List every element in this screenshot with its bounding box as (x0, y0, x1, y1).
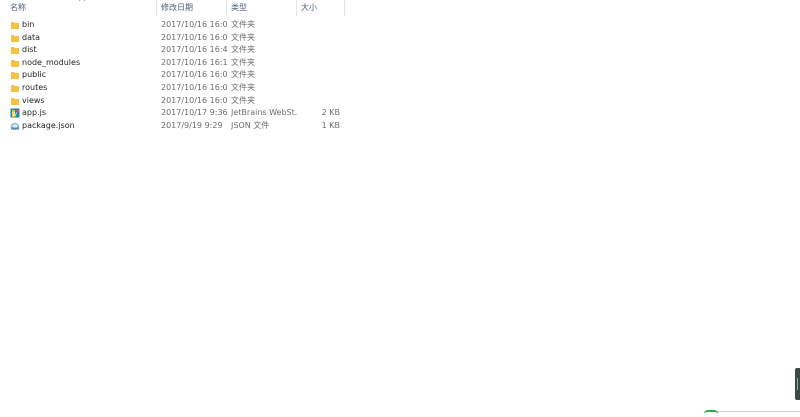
file-row-public[interactable]: public 2017/10/16 16:07 文件夹 (0, 69, 345, 82)
file-type: 文件夹 (231, 45, 255, 55)
file-type: 文件夹 (231, 70, 255, 80)
webstorm-file-icon: W (10, 108, 20, 118)
folder-icon (10, 70, 20, 80)
file-type: 文件夹 (231, 32, 255, 42)
file-size (297, 82, 340, 95)
file-date-modified: 2017/10/16 16:10 (161, 57, 227, 67)
file-size (297, 44, 340, 57)
status-divider (706, 411, 800, 412)
file-name: package.json (22, 120, 75, 130)
file-date-modified: 2017/10/16 16:07 (161, 70, 227, 80)
file-row-dist[interactable]: dist 2017/10/16 16:46 文件夹 (0, 44, 345, 57)
json-file-icon (10, 121, 20, 131)
folder-icon (10, 45, 20, 55)
file-name: dist (22, 45, 37, 55)
file-row-routes[interactable]: routes 2017/10/16 16:07 文件夹 (0, 82, 345, 95)
file-type: 文件夹 (231, 20, 255, 29)
file-list: bin 2017/10/16 16:07 文件夹 data 2017/10/16… (0, 19, 345, 132)
file-size (297, 95, 340, 108)
column-header-row: 名称 修改日期 类型 大小 (0, 0, 345, 16)
edge-scroll-handle[interactable] (795, 368, 800, 400)
file-type: JetBrains WebSt... (231, 108, 297, 118)
file-name: views (22, 95, 45, 105)
folder-icon (10, 58, 20, 68)
column-header-date-modified[interactable]: 修改日期 (157, 0, 227, 16)
column-header-name[interactable]: 名称 (6, 0, 157, 16)
green-indicator (704, 410, 718, 414)
file-row-data[interactable]: data 2017/10/16 16:07 文件夹 (0, 32, 345, 45)
folder-icon (10, 96, 20, 106)
column-header-size[interactable]: 大小 (297, 0, 345, 16)
file-name: app.js (22, 108, 46, 118)
file-date-modified: 2017/10/16 16:07 (161, 20, 227, 29)
file-size (297, 32, 340, 45)
file-size (297, 69, 340, 82)
file-size: 2 KB (321, 108, 340, 118)
file-type: JSON 文件 (231, 120, 270, 130)
file-size: 1 KB (321, 120, 340, 130)
file-row-bin[interactable]: bin 2017/10/16 16:07 文件夹 (0, 19, 345, 32)
file-type: 文件夹 (231, 57, 255, 67)
file-type: 文件夹 (231, 82, 255, 92)
file-size (297, 57, 340, 70)
folder-icon (10, 20, 20, 30)
file-size (297, 19, 340, 32)
folder-icon (10, 83, 20, 93)
folder-icon (10, 33, 20, 43)
file-name: bin (22, 20, 35, 29)
column-header-type[interactable]: 类型 (227, 0, 297, 16)
file-explorer: 名称 修改日期 类型 大小 bin 2017/10/16 16:07 文件夹 d… (0, 0, 800, 417)
svg-text:W: W (12, 112, 17, 118)
file-date-modified: 2017/10/16 16:07 (161, 95, 227, 105)
file-name: data (22, 32, 41, 42)
file-date-modified: 2017/10/17 9:36 (161, 108, 227, 118)
file-name: node_modules (22, 57, 81, 67)
file-date-modified: 2017/10/16 16:07 (161, 82, 227, 92)
file-date-modified: 2017/10/16 16:46 (161, 45, 227, 55)
file-row-node-modules[interactable]: node_modules 2017/10/16 16:10 文件夹 (0, 57, 345, 70)
file-row-app-js[interactable]: W app.js 2017/10/17 9:36 JetBrains WebSt… (0, 107, 345, 120)
file-name: routes (22, 82, 48, 92)
file-row-package-json[interactable]: package.json 2017/9/19 9:29 JSON 文件 1 KB (0, 120, 345, 133)
file-name: public (22, 70, 47, 80)
file-row-views[interactable]: views 2017/10/16 16:07 文件夹 (0, 95, 345, 108)
file-type: 文件夹 (231, 95, 255, 105)
file-date-modified: 2017/9/19 9:29 (161, 120, 223, 130)
file-date-modified: 2017/10/16 16:07 (161, 32, 227, 42)
